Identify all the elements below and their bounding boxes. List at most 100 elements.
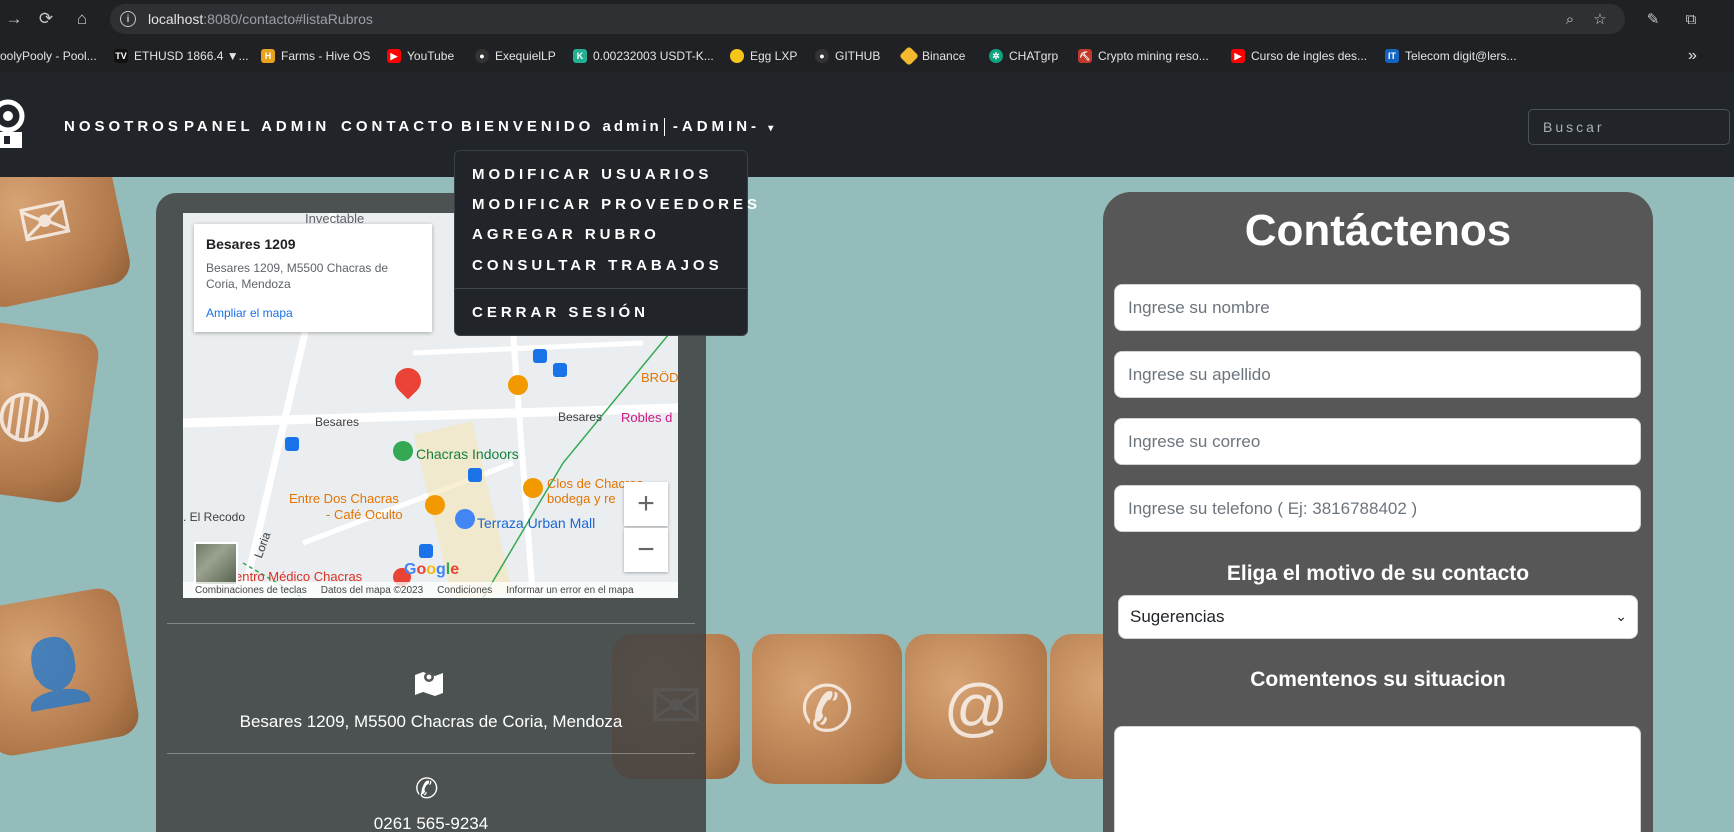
bookmark-label: YouTube: [407, 49, 455, 63]
shopping-icon[interactable]: [455, 509, 475, 529]
zoom-in-button[interactable]: +: [624, 482, 668, 526]
bookmark-item[interactable]: oolyPooly - Pool...: [0, 46, 97, 66]
bookmark-item[interactable]: Binance: [899, 46, 965, 66]
bookmark-item[interactable]: Egg LXP: [730, 46, 797, 66]
telecom-icon: IT: [1385, 49, 1399, 63]
eyedropper-icon[interactable]: ✎: [1642, 8, 1664, 30]
terms-link[interactable]: Condiciones: [437, 585, 492, 596]
divider: [167, 753, 695, 754]
cafe-icon[interactable]: [425, 495, 445, 515]
reload-icon[interactable]: ⟳: [32, 5, 60, 33]
bookmark-item[interactable]: ● GITHUB: [815, 46, 880, 66]
phone-icon: ✆: [415, 773, 439, 804]
search-input[interactable]: [1528, 109, 1730, 145]
map-poi-label[interactable]: Chacras Indoors: [416, 446, 519, 462]
bookmark-item[interactable]: ⛏ Crypto mining reso...: [1078, 46, 1209, 66]
map-poi-label[interactable]: Entre Dos Chacras: [289, 491, 399, 506]
reason-label: Eliga el motivo de su contacto: [1226, 562, 1530, 585]
bookmark-star-icon[interactable]: ☆: [1590, 9, 1610, 29]
bookmark-label: GITHUB: [835, 49, 881, 63]
divider: [167, 623, 695, 624]
map-label: BRÖD: [641, 370, 678, 385]
bookmark-item[interactable]: ▶ Curso de ingles des...: [1231, 46, 1367, 66]
address-bar[interactable]: i localhost:8080/contacto#listaRubros ⌕ …: [110, 4, 1625, 34]
bus-stop-icon: [533, 349, 547, 363]
bookmark-label: ExequielLP: [495, 49, 556, 63]
wine-icon[interactable]: [523, 478, 543, 498]
bookmark-item[interactable]: H Farms - Hive OS: [261, 46, 370, 66]
bookmark-item[interactable]: ● ExequielLP: [475, 46, 556, 66]
bookmark-item[interactable]: IT Telecom digit@lers...: [1385, 46, 1517, 66]
name-field[interactable]: [1114, 284, 1641, 331]
bookmark-label: oolyPooly - Pool...: [0, 49, 97, 63]
map-poi-label[interactable]: Terraza Urban Mall: [477, 515, 595, 531]
zoom-out-button[interactable]: −: [624, 528, 668, 572]
keyboard-shortcuts-link[interactable]: Combinaciones de teclas: [195, 585, 307, 596]
decorative-cube: ✆: [752, 634, 902, 784]
globe-icon: ◍: [0, 371, 58, 452]
menu-item-agregar-rubro[interactable]: AGREGAR RUBRO: [472, 226, 660, 243]
nav-link-panel-admin[interactable]: PANEL ADMIN: [184, 118, 330, 135]
caret-down-icon: ▾: [768, 123, 774, 134]
report-error-link[interactable]: Informar un error en el mapa: [506, 585, 633, 596]
menu-item-modificar-proveedores[interactable]: MODIFICAR PROVEEDORES: [472, 196, 761, 213]
enlarge-map-link[interactable]: Ampliar el mapa: [206, 306, 420, 320]
map-attribution: Combinaciones de teclas Datos del mapa ©…: [183, 582, 678, 598]
zoom-icon[interactable]: ⌕: [1560, 9, 1580, 29]
map-place-address: Besares 1209, M5500 Chacras de Coria, Me…: [206, 261, 389, 291]
map-info-card: Besares 1209 Besares 1209, M5500 Chacras…: [194, 224, 432, 332]
kucoin-icon: K: [573, 49, 587, 63]
mining-icon: ⛏: [1078, 49, 1092, 63]
forward-icon[interactable]: →: [0, 5, 28, 33]
email-field[interactable]: [1114, 418, 1641, 465]
bus-stop-icon: [468, 468, 482, 482]
menu-item-cerrar-sesion[interactable]: CERRAR SESIÓN: [472, 304, 649, 321]
bookmark-item[interactable]: K 0.00232003 USDT-K...: [573, 46, 714, 66]
nav-user-menu-toggle[interactable]: BIENVENIDO admin -ADMIN- ▾: [461, 118, 774, 137]
map-poi-label[interactable]: bodega y re: [547, 491, 616, 506]
location-address: Besares 1209, M5500 Chacras de Coria, Me…: [239, 712, 623, 731]
phone-field[interactable]: [1114, 485, 1641, 532]
reason-select[interactable]: Sugerencias ⌄: [1118, 595, 1638, 639]
phone-icon: ✆: [800, 672, 854, 745]
lastname-field[interactable]: [1114, 351, 1641, 398]
menu-item-consultar-trabajos[interactable]: CONSULTAR TRABAJOS: [472, 257, 723, 274]
bookmark-label: ETHUSD 1866.4 ▼...: [134, 49, 249, 63]
youtube-icon: ▶: [387, 49, 401, 63]
nav-link-contacto[interactable]: CONTACTO: [341, 118, 457, 135]
place-marker-icon[interactable]: [393, 441, 413, 461]
home-icon[interactable]: ⌂: [68, 5, 96, 33]
bookmarks-bar: oolyPooly - Pool... TV ETHUSD 1866.4 ▼...…: [0, 40, 1734, 70]
menu-item-modificar-usuarios[interactable]: MODIFICAR USUARIOS: [472, 166, 712, 183]
role-text: -ADMIN-: [672, 118, 761, 135]
comment-textarea[interactable]: [1114, 726, 1641, 832]
user-icon: 👤: [9, 629, 101, 714]
url-text[interactable]: localhost:8080/contacto#listaRubros: [148, 11, 373, 27]
bus-stop-icon: [419, 544, 433, 558]
bus-stop-icon: [553, 363, 567, 377]
bookmark-label: Farms - Hive OS: [281, 49, 371, 63]
bookmark-item[interactable]: ✲ CHATgrp: [989, 46, 1058, 66]
site-navbar: NOSOTROS PANEL ADMIN CONTACTO BIENVENIDO…: [0, 72, 1734, 177]
extensions-icon[interactable]: ⧉: [1680, 8, 1702, 30]
bookmark-item[interactable]: TV ETHUSD 1866.4 ▼...: [114, 46, 249, 66]
bookmark-label: Curso de ingles des...: [1251, 49, 1368, 63]
binance-icon: [899, 46, 919, 66]
bus-stop-icon: [285, 437, 299, 451]
bookmark-label: CHATgrp: [1009, 49, 1059, 63]
youtube-icon: ▶: [1231, 49, 1245, 63]
mail-icon: ✉: [11, 180, 79, 263]
map-poi-label[interactable]: - Café Oculto: [326, 507, 403, 522]
bookmark-label: Crypto mining reso...: [1098, 49, 1209, 63]
satellite-toggle[interactable]: [194, 542, 238, 586]
decorative-cube: 👤: [0, 585, 142, 759]
bookmark-label: Egg LXP: [750, 49, 798, 63]
site-logo-icon[interactable]: [0, 96, 30, 152]
browser-toolbar: → ⟳ ⌂ i localhost:8080/contacto#listaRub…: [0, 0, 1734, 38]
bookmark-item[interactable]: ▶ YouTube: [387, 46, 454, 66]
restaurant-icon[interactable]: [508, 375, 528, 395]
nav-link-nosotros[interactable]: NOSOTROS: [64, 118, 182, 135]
github-icon: ●: [815, 49, 829, 63]
site-info-icon[interactable]: i: [120, 11, 136, 27]
more-bookmarks-icon[interactable]: »: [1688, 46, 1697, 66]
